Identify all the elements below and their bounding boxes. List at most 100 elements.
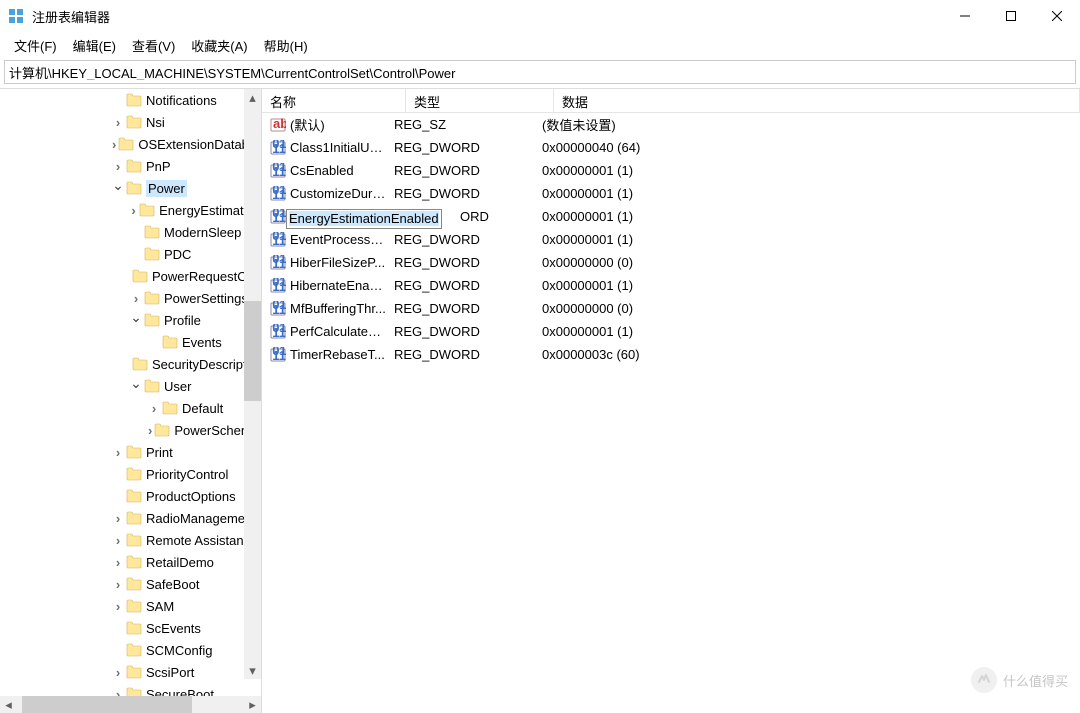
- expand-icon[interactable]: ›: [112, 512, 124, 524]
- menu-favorites[interactable]: 收藏夹(A): [183, 33, 255, 58]
- tree-item[interactable]: Events: [0, 331, 261, 353]
- tree-item[interactable]: ›OSExtensionDatabase: [0, 133, 261, 155]
- expand-icon[interactable]: ›: [130, 204, 137, 216]
- expand-icon[interactable]: ›: [130, 292, 142, 304]
- tree-item[interactable]: ›Print: [0, 441, 261, 463]
- value-name-cell[interactable]: 011110Class1InitialUn...: [266, 140, 390, 156]
- tree-item[interactable]: ⌄Power: [0, 177, 261, 199]
- expand-icon[interactable]: ›: [112, 534, 124, 546]
- tree-item[interactable]: SCMConfig: [0, 639, 261, 661]
- value-list[interactable]: ab(默认)REG_SZ(数值未设置)011110Class1InitialUn…: [262, 113, 1080, 713]
- value-row[interactable]: 011110Class1InitialUn...REG_DWORD0x00000…: [262, 136, 1080, 159]
- expand-icon[interactable]: ›: [112, 688, 124, 696]
- tree-item[interactable]: ScEvents: [0, 617, 261, 639]
- expand-icon[interactable]: ›: [112, 116, 124, 128]
- tree-item[interactable]: › RadioManagement: [0, 507, 261, 529]
- value-row[interactable]: 011110EventProcesso...REG_DWORD0x0000000…: [262, 228, 1080, 251]
- value-name-cell[interactable]: 011110EnergyEstimationEnabled: [266, 209, 390, 225]
- value-name-cell[interactable]: 011110EventProcesso...: [266, 232, 390, 248]
- tree-item[interactable]: ProductOptions: [0, 485, 261, 507]
- tree-item[interactable]: ›PowerSettings: [0, 287, 261, 309]
- tree-item[interactable]: PowerRequestOverride: [0, 265, 261, 287]
- menu-file[interactable]: 文件(F): [6, 33, 65, 58]
- tree-horizontal-scrollbar[interactable]: ◂ ▸: [0, 696, 261, 713]
- expand-icon[interactable]: ›: [148, 424, 152, 436]
- close-button[interactable]: [1034, 0, 1080, 32]
- scroll-track[interactable]: [244, 106, 261, 662]
- value-name-cell[interactable]: ab(默认): [266, 115, 390, 134]
- collapse-icon[interactable]: ⌄: [130, 377, 142, 389]
- value-row[interactable]: 011110CsEnabledREG_DWORD0x00000001 (1): [262, 159, 1080, 182]
- value-name-cell[interactable]: 011110CsEnabled: [266, 163, 390, 179]
- tree-item[interactable]: ›Nsi: [0, 111, 261, 133]
- tree-item[interactable]: ›Default: [0, 397, 261, 419]
- scroll-left-icon[interactable]: ◂: [0, 696, 17, 713]
- rename-text[interactable]: EnergyEstimationEnabled: [289, 211, 439, 226]
- tree-item[interactable]: SecurityDescriptors: [0, 353, 261, 375]
- expand-icon[interactable]: ›: [148, 402, 160, 414]
- menu-edit[interactable]: 编辑(E): [65, 33, 124, 58]
- column-data[interactable]: 数据: [554, 89, 1080, 112]
- expand-icon[interactable]: ›: [112, 600, 124, 612]
- folder-icon: [162, 335, 178, 349]
- tree-item[interactable]: Notifications: [0, 89, 261, 111]
- folder-icon: [144, 379, 160, 393]
- value-row[interactable]: 011110HiberFileSizeP...REG_DWORD0x000000…: [262, 251, 1080, 274]
- tree-item[interactable]: ›SafeBoot: [0, 573, 261, 595]
- tree-item[interactable]: ›SAM: [0, 595, 261, 617]
- expand-icon[interactable]: ›: [112, 446, 124, 458]
- scroll-up-icon[interactable]: ▴: [244, 89, 261, 106]
- menu-view[interactable]: 查看(V): [124, 33, 183, 58]
- tree-item[interactable]: ›RetailDemo: [0, 551, 261, 573]
- value-row[interactable]: 011110HibernateEnab...REG_DWORD0x0000000…: [262, 274, 1080, 297]
- tree-item[interactable]: ⌄User: [0, 375, 261, 397]
- value-row[interactable]: 011110EnergyEstimationEnabledORD0x000000…: [262, 205, 1080, 228]
- rename-input[interactable]: EnergyEstimationEnabled: [286, 209, 442, 229]
- scroll-down-icon[interactable]: ▾: [244, 662, 261, 679]
- list-header[interactable]: 名称 类型 数据: [262, 89, 1080, 113]
- folder-icon: [126, 533, 142, 547]
- scroll-thumb[interactable]: [22, 696, 192, 713]
- tree-item[interactable]: ›ScsiPort: [0, 661, 261, 683]
- value-name-cell[interactable]: 011110PerfCalculateA...: [266, 324, 390, 340]
- value-name-cell[interactable]: 011110MfBufferingThr...: [266, 301, 390, 317]
- tree-item-label: RadioManagement: [146, 511, 256, 526]
- expand-icon[interactable]: ›: [112, 160, 124, 172]
- collapse-icon[interactable]: ⌄: [130, 311, 142, 323]
- value-row[interactable]: 011110PerfCalculateA...REG_DWORD0x000000…: [262, 320, 1080, 343]
- tree-item[interactable]: ⌄Profile: [0, 309, 261, 331]
- tree-item[interactable]: ›SecureBoot: [0, 683, 261, 696]
- expand-icon[interactable]: ›: [112, 578, 124, 590]
- column-type[interactable]: 类型: [406, 89, 554, 112]
- value-name-cell[interactable]: 011110HiberFileSizeP...: [266, 255, 390, 271]
- value-name-cell[interactable]: 011110HibernateEnab...: [266, 278, 390, 294]
- collapse-icon[interactable]: ⌄: [112, 179, 124, 191]
- value-name-cell[interactable]: 011110TimerRebaseT...: [266, 347, 390, 363]
- tree-item[interactable]: ›Remote Assistance: [0, 529, 261, 551]
- tree-item[interactable]: PDC: [0, 243, 261, 265]
- tree-item[interactable]: ›PowerSchemes: [0, 419, 261, 441]
- expand-icon[interactable]: ›: [112, 666, 124, 678]
- menu-help[interactable]: 帮助(H): [256, 33, 316, 58]
- expand-icon[interactable]: ›: [112, 138, 116, 150]
- maximize-button[interactable]: [988, 0, 1034, 32]
- column-name[interactable]: 名称: [262, 89, 406, 112]
- scroll-thumb[interactable]: [244, 301, 261, 401]
- value-row[interactable]: 011110TimerRebaseT...REG_DWORD0x0000003c…: [262, 343, 1080, 366]
- registry-tree[interactable]: Notifications›Nsi›OSExtensionDatabase›Pn…: [0, 89, 261, 696]
- tree-item[interactable]: ›PnP: [0, 155, 261, 177]
- tree-vertical-scrollbar[interactable]: ▴ ▾: [244, 89, 261, 679]
- scroll-right-icon[interactable]: ▸: [244, 696, 261, 713]
- value-row[interactable]: ab(默认)REG_SZ(数值未设置): [262, 113, 1080, 136]
- value-row[interactable]: 011110MfBufferingThr...REG_DWORD0x000000…: [262, 297, 1080, 320]
- tree-item[interactable]: ›EnergyEstimation: [0, 199, 261, 221]
- address-bar[interactable]: [4, 60, 1076, 84]
- minimize-button[interactable]: [942, 0, 988, 32]
- scroll-track[interactable]: [17, 696, 244, 713]
- expand-icon[interactable]: ›: [112, 556, 124, 568]
- address-input[interactable]: [9, 65, 1071, 80]
- value-name-cell[interactable]: 011110CustomizeDuri...: [266, 186, 390, 202]
- value-row[interactable]: 011110CustomizeDuri...REG_DWORD0x0000000…: [262, 182, 1080, 205]
- tree-item[interactable]: ModernSleep: [0, 221, 261, 243]
- tree-item[interactable]: PriorityControl: [0, 463, 261, 485]
